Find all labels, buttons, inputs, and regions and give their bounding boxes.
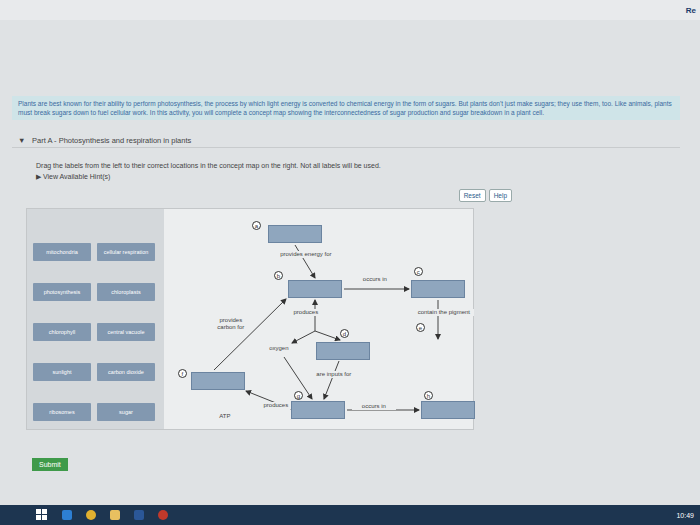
concept-map: provides energy for occurs in produces cont… — [164, 209, 473, 429]
drop-target[interactable] — [268, 225, 322, 243]
link-label: provides carbon for — [210, 317, 252, 331]
link-label: are inputs for — [314, 371, 354, 378]
clock: 10:49 — [676, 512, 694, 519]
link-label: provides energy for — [276, 251, 336, 258]
taskbar: 10:49 — [0, 505, 700, 525]
drop-target[interactable] — [421, 401, 475, 419]
link-label: oxygen — [262, 345, 296, 352]
app-icon[interactable] — [158, 510, 168, 520]
drop-target[interactable] — [316, 342, 370, 360]
target-marker: d — [340, 329, 349, 338]
target-marker: g — [294, 391, 303, 400]
drag-label[interactable]: cellular respiration — [97, 243, 155, 261]
drag-label[interactable]: ribosomes — [33, 403, 91, 421]
target-marker: h — [424, 391, 433, 400]
link-label: ATP — [210, 413, 240, 420]
intro-text: Plants are best known for their ability … — [12, 96, 680, 120]
label-palette: mitochondria cellular respiration photosyn… — [27, 209, 164, 429]
word-icon[interactable] — [134, 510, 144, 520]
collapse-toggle[interactable]: ▼ — [18, 136, 26, 145]
link-label: produces — [256, 402, 296, 409]
drag-label[interactable]: sugar — [97, 403, 155, 421]
drop-target[interactable] — [288, 280, 342, 298]
link-label: produces — [284, 309, 328, 316]
page-content: Plants are best known for their ability … — [0, 20, 700, 505]
target-marker: b — [274, 271, 283, 280]
drag-label[interactable]: chlorophyll — [33, 323, 91, 341]
drag-label[interactable]: photosynthesis — [33, 283, 91, 301]
edge-icon[interactable] — [62, 510, 72, 520]
screen: Re Plants are best known for their abili… — [0, 0, 700, 525]
target-marker: c — [414, 267, 423, 276]
link-label: occurs in — [350, 276, 400, 283]
drag-label[interactable]: mitochondria — [33, 243, 91, 261]
tool-button[interactable]: Reset — [459, 189, 486, 202]
chrome-icon[interactable] — [86, 510, 96, 520]
link-label: occurs in — [352, 403, 396, 410]
target-marker: e — [416, 323, 425, 332]
drop-target[interactable] — [191, 372, 245, 390]
target-marker: f — [178, 369, 187, 378]
drop-target[interactable] — [291, 401, 345, 419]
browser-bar: Re — [0, 0, 700, 20]
part-title: Part A - Photosynthesis and respiration … — [32, 136, 191, 145]
taskbar-apps — [6, 509, 168, 521]
hint-link[interactable]: ▶ View Available Hint(s) — [36, 173, 680, 181]
drag-label[interactable]: central vacuole — [97, 323, 155, 341]
windows-icon[interactable] — [36, 509, 48, 521]
browser-tab[interactable]: Re — [686, 6, 696, 15]
target-marker: a — [252, 221, 261, 230]
toolbar: ResetHelp — [12, 189, 512, 202]
drag-label[interactable]: chloroplasts — [97, 283, 155, 301]
drop-target[interactable] — [411, 280, 465, 298]
link-label: contain the pigment — [414, 309, 474, 316]
part-header[interactable]: ▼ Part A - Photosynthesis and respiratio… — [12, 134, 680, 148]
submit-button[interactable]: Submit — [32, 458, 68, 471]
hint-toggle: ▶ — [36, 173, 41, 180]
drag-label[interactable]: sunlight — [33, 363, 91, 381]
tool-button[interactable]: Help — [489, 189, 512, 202]
folder-icon[interactable] — [110, 510, 120, 520]
drag-label[interactable]: carbon dioxide — [97, 363, 155, 381]
workspace: mitochondria cellular respiration photosyn… — [26, 208, 474, 430]
instruction: Drag the labels from the left to their c… — [36, 162, 680, 169]
